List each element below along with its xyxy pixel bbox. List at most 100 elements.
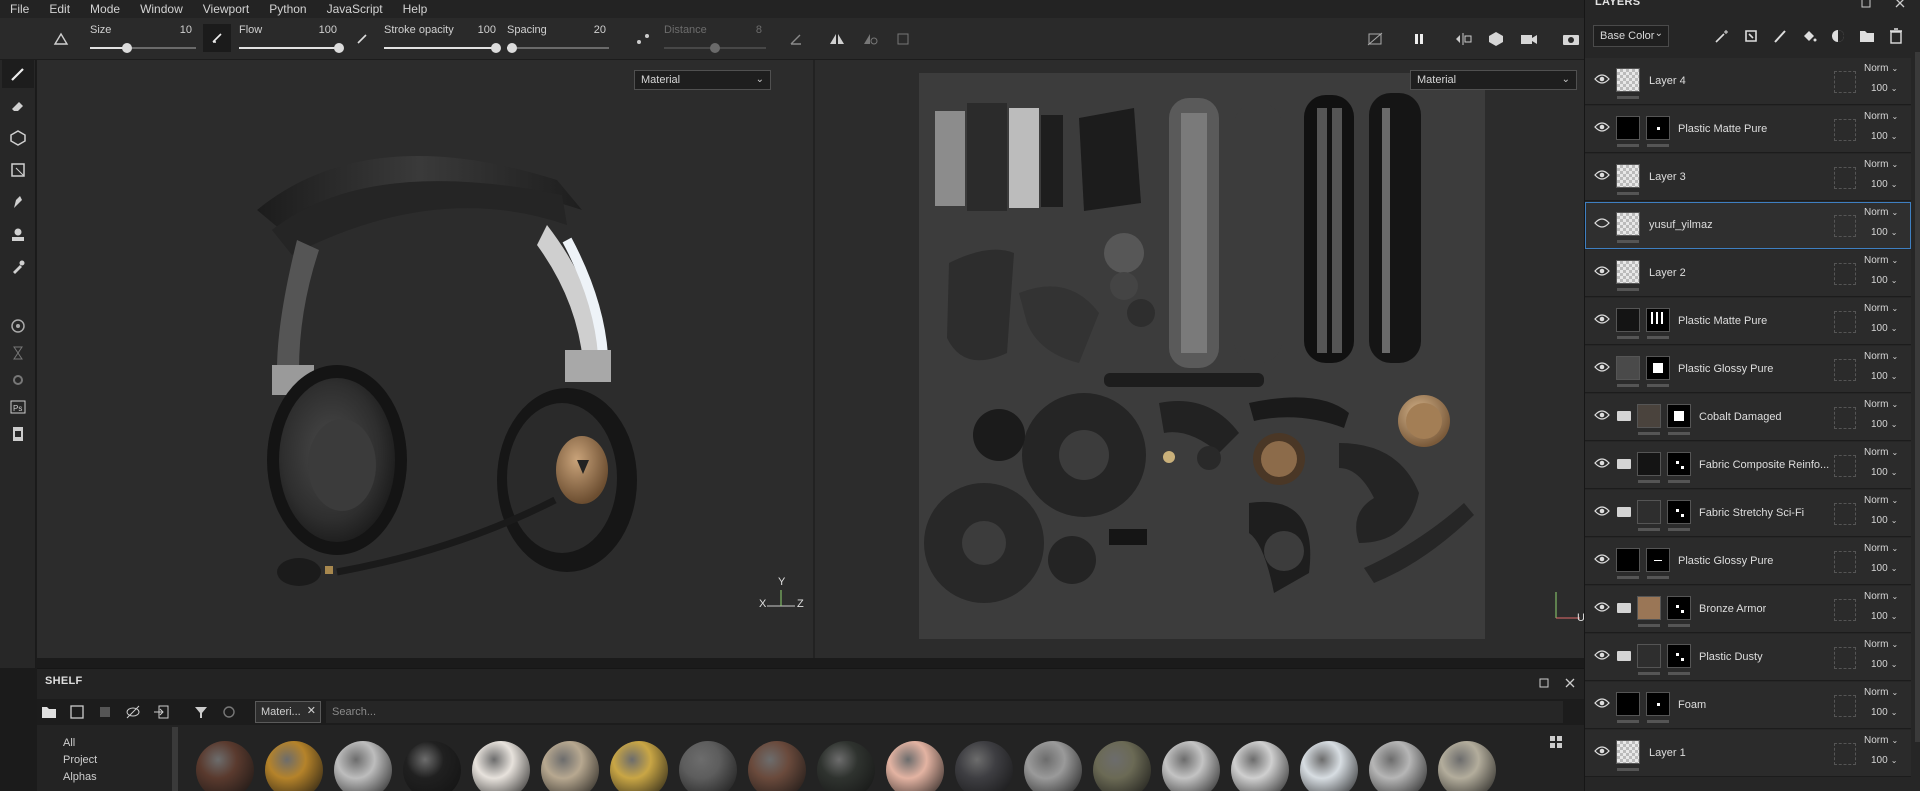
category-project[interactable]: Project <box>63 754 97 766</box>
layer-blend-mode[interactable]: Norm ⌄ <box>1864 111 1898 122</box>
eraser-tool[interactable] <box>6 93 30 117</box>
layer-mask-thumbnail[interactable] <box>1667 644 1691 668</box>
layer-opacity[interactable]: 100 ⌄ <box>1871 563 1897 574</box>
viewport-3d[interactable]: Material ⌄ Y X Z <box>37 60 813 658</box>
layer-thumbnail[interactable] <box>1637 452 1661 476</box>
layer-thumbnail[interactable] <box>1616 356 1640 380</box>
layer-thumbnail[interactable] <box>1616 308 1640 332</box>
menu-file[interactable]: File <box>0 0 39 18</box>
layer-row[interactable]: Layer 3 Norm ⌄ 100 ⌄ <box>1585 154 1911 201</box>
material-thumbnail-9[interactable] <box>748 741 806 791</box>
layer-mask-thumbnail[interactable] <box>1646 548 1670 572</box>
material-thumbnail-12[interactable] <box>955 741 1013 791</box>
spacing-value[interactable]: 20 <box>586 24 606 36</box>
add-fill-layer-icon[interactable] <box>1798 25 1820 47</box>
layer-thumbnail[interactable] <box>1616 740 1640 764</box>
uv-texture-canvas[interactable] <box>919 73 1485 639</box>
import-icon[interactable] <box>149 699 173 725</box>
3d-view-icon[interactable] <box>1485 28 1507 50</box>
layer-extra-slot[interactable] <box>1834 743 1856 765</box>
layer-extra-slot[interactable] <box>1834 359 1856 381</box>
shelf-search-input[interactable]: Search... <box>326 701 1563 723</box>
layer-channel-select[interactable]: Base Color ⌄ <box>1593 25 1669 47</box>
layers-scrollbar[interactable] <box>1915 52 1920 742</box>
eye-hidden-icon[interactable] <box>1594 215 1610 231</box>
split-view-icon[interactable] <box>1452 28 1474 50</box>
layer-extra-slot[interactable] <box>1834 407 1856 429</box>
eye-icon[interactable] <box>1594 311 1610 327</box>
layer-extra-slot[interactable] <box>1834 167 1856 189</box>
layer-mask-thumbnail[interactable] <box>1646 356 1670 380</box>
layer-mask-thumbnail[interactable] <box>1646 692 1670 716</box>
screenshot-icon[interactable] <box>1560 28 1582 50</box>
size-value[interactable]: 10 <box>170 24 192 36</box>
layer-opacity[interactable]: 100 ⌄ <box>1871 467 1897 478</box>
layer-opacity[interactable]: 100 ⌄ <box>1871 131 1897 142</box>
layer-opacity[interactable]: 100 ⌄ <box>1871 707 1897 718</box>
layer-extra-slot[interactable] <box>1834 311 1856 333</box>
smudge-tool[interactable] <box>6 190 30 214</box>
angle-icon[interactable] <box>785 28 807 50</box>
pressure-size-toggle[interactable] <box>203 24 231 52</box>
layer-row[interactable]: Plastic Glossy Pure Norm ⌄ 100 ⌄ <box>1585 346 1911 393</box>
layer-blend-mode[interactable]: Norm ⌄ <box>1864 351 1898 362</box>
photoshop-icon[interactable]: Ps <box>6 395 30 419</box>
eye-icon[interactable] <box>1594 455 1610 471</box>
material-thumbnail-2[interactable] <box>265 741 323 791</box>
layer-row[interactable]: Layer 4 Norm ⌄ 100 ⌄ <box>1585 58 1911 105</box>
pause-icon[interactable] <box>1408 28 1430 50</box>
eye-icon[interactable] <box>1594 71 1610 87</box>
transform-icon[interactable] <box>892 28 914 50</box>
eye-icon[interactable] <box>1594 647 1610 663</box>
layer-row[interactable]: Cobalt Damaged Norm ⌄ 100 ⌄ <box>1585 394 1911 441</box>
layer-extra-slot[interactable] <box>1834 551 1856 573</box>
layer-extra-slot[interactable] <box>1834 215 1856 237</box>
add-mask-icon[interactable] <box>1827 25 1849 47</box>
layer-extra-slot[interactable] <box>1834 455 1856 477</box>
filter-icon[interactable] <box>189 699 213 725</box>
layer-row[interactable]: Plastic Glossy Pure Norm ⌄ 100 ⌄ <box>1585 538 1911 585</box>
category-alphas[interactable]: Alphas <box>63 771 97 783</box>
material-thumbnail-10[interactable] <box>817 741 875 791</box>
material-thumbnail-19[interactable] <box>1438 741 1496 791</box>
layer-thumbnail[interactable] <box>1616 164 1640 188</box>
layer-row[interactable]: Plastic Matte Pure Norm ⌄ 100 ⌄ <box>1585 298 1911 345</box>
pressure-flow-icon[interactable] <box>351 28 373 50</box>
layer-extra-slot[interactable] <box>1834 119 1856 141</box>
maximize-icon[interactable] <box>1533 672 1555 694</box>
eye-icon[interactable] <box>1594 599 1610 615</box>
material-thumbnail-18[interactable] <box>1369 741 1427 791</box>
layer-mask-thumbnail[interactable] <box>1667 452 1691 476</box>
eye-icon[interactable] <box>1594 167 1610 183</box>
eye-icon[interactable] <box>1594 551 1610 567</box>
layer-blend-mode[interactable]: Norm ⌄ <box>1864 687 1898 698</box>
layer-blend-mode[interactable]: Norm ⌄ <box>1864 591 1898 602</box>
close-icon[interactable] <box>1559 672 1581 694</box>
layer-extra-slot[interactable] <box>1834 503 1856 525</box>
menu-javascript[interactable]: JavaScript <box>317 0 393 18</box>
layer-blend-mode[interactable]: Norm ⌄ <box>1864 735 1898 746</box>
material-thumbnail-8[interactable] <box>679 741 737 791</box>
camera-icon[interactable] <box>1518 28 1540 50</box>
layer-mask-thumbnail[interactable] <box>1667 500 1691 524</box>
eye-icon[interactable] <box>1594 503 1610 519</box>
layer-opacity[interactable]: 100 ⌄ <box>1871 515 1897 526</box>
layer-blend-mode[interactable]: Norm ⌄ <box>1864 447 1898 458</box>
layer-row[interactable]: Plastic Matte Pure Norm ⌄ 100 ⌄ <box>1585 106 1911 153</box>
layer-opacity[interactable]: 100 ⌄ <box>1871 179 1897 190</box>
material-thumbnail-7[interactable] <box>610 741 668 791</box>
size-slider-knob[interactable] <box>122 43 132 53</box>
material-thumbnail-11[interactable] <box>886 741 944 791</box>
new-item-icon[interactable] <box>65 699 89 725</box>
material-thumbnail-5[interactable] <box>472 741 530 791</box>
layer-row[interactable]: Layer 2 Norm ⌄ 100 ⌄ <box>1585 250 1911 297</box>
shelf-tab-materials[interactable]: Materi... ✕ <box>255 701 321 723</box>
eye-icon[interactable] <box>1594 407 1610 423</box>
brush-settings-icon[interactable] <box>50 28 72 50</box>
layer-opacity[interactable]: 100 ⌄ <box>1871 659 1897 670</box>
layer-opacity[interactable]: 100 ⌄ <box>1871 83 1897 94</box>
eye-icon[interactable] <box>1594 743 1610 759</box>
layer-thumbnail[interactable] <box>1637 500 1661 524</box>
menu-python[interactable]: Python <box>259 0 316 18</box>
category-all[interactable]: All <box>63 737 75 749</box>
